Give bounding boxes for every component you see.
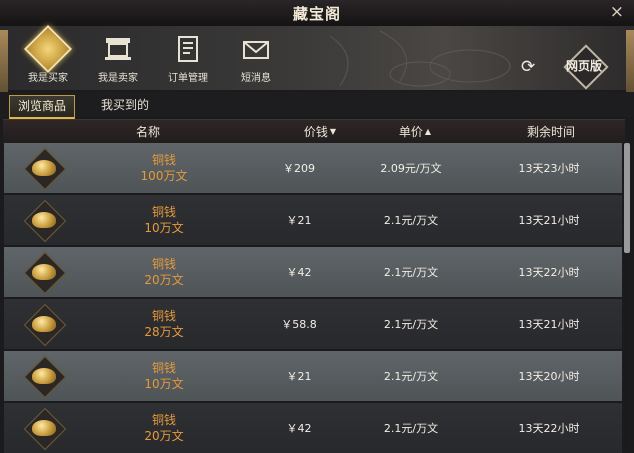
copper-coin-icon (23, 355, 67, 399)
item-name: 铜钱 10万文 (144, 205, 184, 235)
table-row[interactable]: 铜钱 10万文 ￥21 2.1元/万文 13天20小时 (4, 351, 622, 401)
item-price: ￥21 (286, 214, 312, 227)
tab-browse[interactable]: 浏览商品 (9, 95, 76, 119)
item-remaining-time: 13天21小时 (518, 214, 580, 227)
left-lantern-ornament (0, 30, 8, 100)
item-price: ￥209 (283, 162, 315, 175)
nav-messages-label: 短消息 (241, 73, 271, 84)
table-header: 名称 价钱 ▼ 单价 ▲ 剩余时间 (3, 119, 625, 143)
window-title: 藏宝阁 (292, 5, 341, 23)
item-unit-price: 2.1元/万文 (383, 266, 439, 279)
item-unit-price: 2.1元/万文 (383, 370, 439, 383)
nav-seller-label: 我是卖家 (98, 73, 138, 84)
nav-buyer-button[interactable]: 我是买家 (18, 24, 78, 84)
item-unit-price: 2.1元/万文 (383, 214, 439, 227)
header-name: 名称 (135, 125, 160, 139)
order-book-icon (171, 32, 205, 66)
item-name: 铜钱 28万文 (144, 309, 184, 339)
header-unit-price[interactable]: 单价 ▲ (385, 123, 445, 140)
scrollbar-thumb[interactable] (624, 143, 630, 253)
item-price: ￥42 (286, 266, 312, 279)
item-price: ￥21 (286, 370, 312, 383)
table-row[interactable]: 铜钱 100万文 ￥209 2.09元/万文 13天23小时 (4, 143, 622, 193)
table-row[interactable]: 铜钱 28万文 ￥58.8 2.1元/万文 13天21小时 (4, 299, 622, 349)
title-bar: 藏宝阁 × (0, 0, 634, 27)
right-lantern-ornament (626, 30, 634, 100)
item-remaining-time: 13天22小时 (518, 266, 580, 279)
item-unit-price: 2.1元/万文 (383, 318, 439, 331)
tab-bar: 浏览商品 我买到的 (0, 92, 634, 119)
tab-purchased[interactable]: 我买到的 (93, 95, 157, 116)
table-row[interactable]: 铜钱 20万文 ￥42 2.1元/万文 13天22小时 (4, 247, 622, 297)
copper-coin-icon (23, 407, 67, 451)
item-price: ￥42 (286, 422, 312, 435)
copper-coin-icon (23, 199, 67, 243)
copper-coin-icon (23, 303, 67, 347)
table-row[interactable]: 铜钱 10万文 ￥21 2.1元/万文 13天21小时 (4, 195, 622, 245)
nav-orders-label: 订单管理 (168, 73, 208, 84)
shop-stall-icon (101, 32, 135, 66)
item-unit-price: 2.1元/万文 (383, 422, 439, 435)
item-remaining-time: 13天21小时 (518, 318, 580, 331)
close-icon[interactable]: × (610, 2, 624, 22)
web-version-label: 网页版 (565, 59, 602, 73)
refresh-icon[interactable]: ⟳ (521, 57, 535, 77)
buyer-coin-icon (23, 24, 73, 74)
sort-up-icon: ▲ (424, 127, 432, 136)
item-name: 铜钱 100万文 (140, 153, 188, 183)
item-remaining-time: 13天20小时 (518, 370, 580, 383)
copper-coin-icon (23, 251, 67, 295)
copper-coin-icon (23, 147, 67, 191)
top-navigation: 我是买家 我是卖家 订单管理 短消息 (0, 24, 634, 90)
item-name: 铜钱 20万文 (144, 257, 184, 287)
nav-seller-button[interactable]: 我是卖家 (88, 32, 148, 84)
web-version-button[interactable]: 网页版 (558, 44, 610, 90)
item-name: 铜钱 20万文 (144, 413, 184, 443)
envelope-icon (239, 32, 273, 66)
item-remaining-time: 13天22小时 (518, 422, 580, 435)
table-row[interactable]: 铜钱 20万文 ￥42 2.1元/万文 13天22小时 (4, 403, 622, 453)
item-name: 铜钱 10万文 (144, 361, 184, 391)
nav-orders-button[interactable]: 订单管理 (158, 32, 218, 84)
item-price: ￥58.8 (281, 318, 317, 331)
header-price[interactable]: 价钱 ▼ (290, 123, 350, 140)
item-remaining-time: 13天23小时 (518, 162, 580, 175)
sort-down-icon: ▼ (329, 127, 337, 136)
item-unit-price: 2.09元/万文 (380, 162, 442, 175)
nav-messages-button[interactable]: 短消息 (226, 32, 286, 84)
header-remaining-time: 剩余时间 (526, 125, 575, 139)
